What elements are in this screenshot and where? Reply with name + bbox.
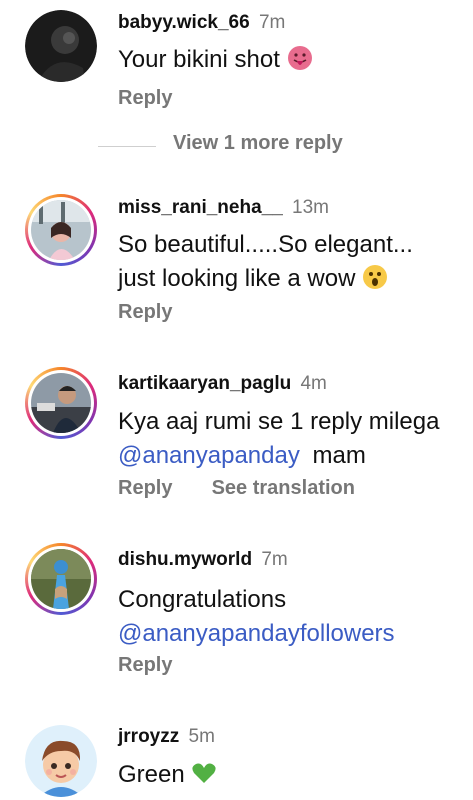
- comment-text: Kya aaj rumi se 1 reply milega @ananyapa…: [118, 405, 439, 473]
- avatar-miss-rani-neha[interactable]: [25, 194, 97, 266]
- timestamp: 4m: [300, 373, 327, 394]
- comment-text: Your bikini shot: [118, 43, 313, 81]
- avatar-dishu-myworld[interactable]: [25, 543, 97, 615]
- timestamp: 7m: [258, 12, 286, 33]
- comment-body: Your bikini shot: [118, 46, 280, 73]
- mention-link[interactable]: @ananyapandayfollowers: [118, 620, 395, 647]
- comment-header: miss_rani_neha__ 13m: [118, 197, 329, 219]
- mention-link[interactable]: @ananyapanday: [118, 442, 300, 469]
- comment-header: kartikaaryan_paglu 4m: [118, 373, 327, 395]
- timestamp: 5m: [188, 726, 215, 747]
- see-translation-button[interactable]: See translation: [212, 477, 355, 499]
- comment-actions: Reply: [118, 87, 172, 110]
- comment-text: Green: [118, 758, 217, 796]
- avatar-jrroyzz[interactable]: [25, 725, 97, 797]
- avatar-photo: [31, 373, 91, 433]
- avatar-cartoon-boy: [25, 725, 97, 797]
- comment-line-1: Congratulations: [118, 586, 287, 613]
- avatar-photo: [31, 200, 91, 260]
- comment-header: dishu.myworld 7m: [118, 549, 288, 571]
- avatar-photo: [31, 549, 91, 609]
- comment-line-2: just looking like a wow: [118, 262, 413, 300]
- reply-button[interactable]: Reply: [118, 87, 172, 109]
- comment-line-1: So beautiful.....So elegant...: [118, 231, 413, 258]
- green-heart-icon: [191, 760, 217, 796]
- comment-actions: Reply: [118, 654, 172, 677]
- reply-button[interactable]: Reply: [118, 654, 172, 676]
- comment-actions: Reply: [118, 301, 172, 324]
- comment-body: just looking like a wow: [118, 265, 356, 292]
- comment-line-2: @ananyapanday mam: [118, 439, 439, 473]
- username[interactable]: miss_rani_neha__: [118, 197, 283, 218]
- comment-header: jrroyzz 5m: [118, 726, 215, 748]
- reply-button[interactable]: Reply: [118, 477, 172, 499]
- comment-actions: Reply See translation: [118, 477, 355, 500]
- view-more-label[interactable]: View 1 more reply: [173, 132, 343, 155]
- username[interactable]: babyy.wick_66: [118, 12, 250, 33]
- avatar-dark-photo: [25, 10, 97, 82]
- comment-body: Green: [118, 761, 185, 788]
- comment-text: Congratulations @ananyapandayfollowers: [118, 583, 395, 651]
- timestamp: 7m: [261, 549, 288, 570]
- comment-body: mam: [312, 442, 366, 469]
- comment-text: So beautiful.....So elegant... just look…: [118, 228, 413, 300]
- comment-header: babyy.wick_66 7m: [118, 12, 285, 34]
- username[interactable]: jrroyzz: [118, 726, 179, 747]
- comment-line-1: Kya aaj rumi se 1 reply milega: [118, 408, 440, 435]
- divider-line: [98, 146, 156, 147]
- username[interactable]: kartikaaryan_paglu: [118, 373, 291, 394]
- reply-button[interactable]: Reply: [118, 301, 172, 323]
- timestamp: 13m: [292, 197, 330, 218]
- username[interactable]: dishu.myworld: [118, 549, 252, 570]
- astonished-face-icon: [362, 264, 388, 300]
- avatar-kartikaaryan-paglu[interactable]: [25, 367, 97, 439]
- avatar-babyy-wick[interactable]: [25, 10, 97, 82]
- face-with-tongue-icon: [287, 45, 313, 81]
- comment-line-2: @ananyapandayfollowers: [118, 617, 395, 651]
